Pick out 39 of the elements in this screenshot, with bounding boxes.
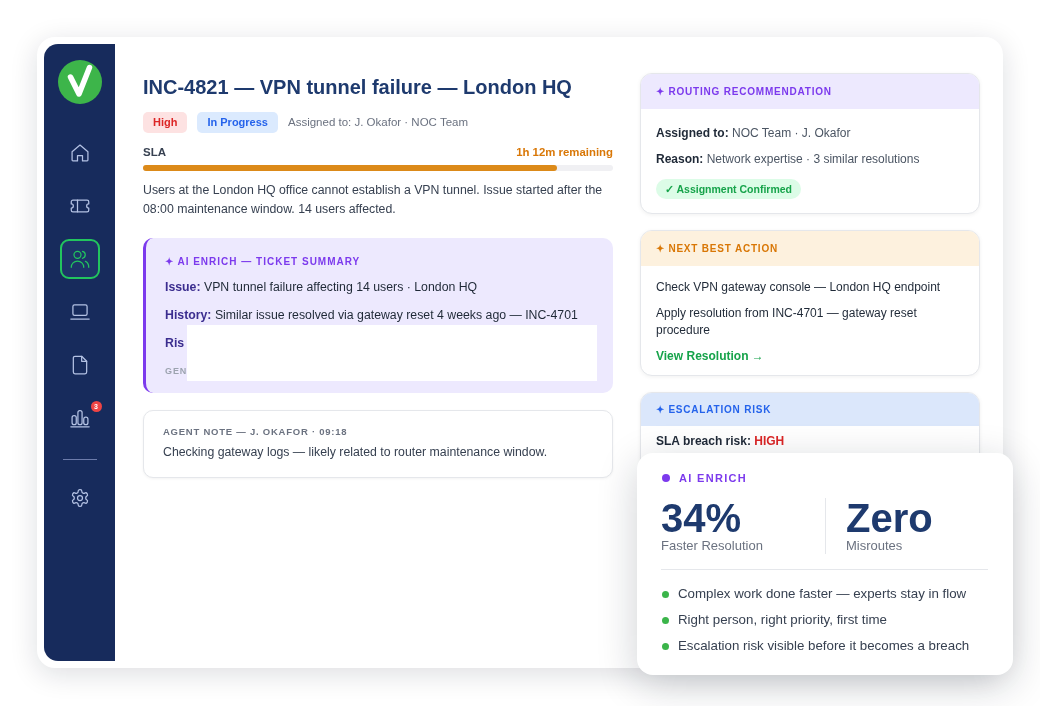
logo-icon — [57, 60, 102, 104]
benefit-text: Complex work done faster — experts stay in flow — [678, 585, 967, 603]
benefit-text: Right person, right priority, first time — [678, 611, 887, 629]
card-line: SLA breach risk: HIGH — [656, 433, 785, 450]
stat-label: Misroutes — [846, 538, 903, 554]
users-icon — [69, 249, 90, 269]
stat-label: Faster Resolution — [661, 538, 763, 554]
summary-footer-text: GEN — [165, 365, 188, 377]
ticket-description: Users at the London HQ office cannot establish a VPN tunnel. Issue started after the 08:00 maintenance window. 14 users affected. — [143, 182, 604, 218]
action-step: Check VPN gateway console — London HQ endpoint — [656, 279, 941, 296]
sla-remaining-text: 1h 12m remaining — [516, 145, 613, 160]
card-heading: ✦ NEXT BEST ACTION — [656, 241, 779, 256]
nav-button[interactable] — [59, 239, 100, 279]
panel-heading: ✦ AI ENRICH — TICKET SUMMARY — [165, 255, 361, 269]
note-heading: AGENT NOTE — J. OKAFOR · 09:18 — [163, 425, 348, 439]
panel-heading: AI ENRICH — [679, 471, 748, 485]
card-heading: ✦ ROUTING RECOMMENDATION — [656, 84, 832, 99]
benefit-text: Escalation risk visible before it becomes a breach — [678, 637, 970, 655]
note-text: Checking gateway logs — likely related to router maintenance window. — [163, 444, 548, 461]
sla-label: SLA — [143, 145, 166, 160]
action-step: Apply resolution from INC-4701 — gateway reset procedure — [656, 305, 964, 339]
card-line: Assigned to: NOC Team · J. Okafor — [656, 125, 851, 142]
summary-line: Ris — [165, 335, 185, 352]
bar-chart-icon — [69, 408, 90, 428]
assignment-text: Assigned to: J. Okafor · NOC Team — [288, 114, 468, 130]
confirmation-tag: ✓ Assignment Confirmed — [656, 179, 802, 199]
card-line: Reason: Network expertise · 3 similar resolutions — [656, 151, 920, 168]
status-tag: In Progress — [197, 112, 278, 133]
summary-line: Issue: VPN tunnel failure affecting 14 users · London HQ — [165, 279, 478, 296]
laptop-icon — [69, 302, 90, 322]
ticket-title: INC-4821 — VPN tunnel failure — London HQ — [143, 75, 572, 100]
priority-tag: High — [143, 112, 188, 133]
home-icon — [69, 143, 90, 163]
stat-value: Zero — [846, 498, 933, 538]
view-resolution-link[interactable]: View Resolution → — [656, 347, 764, 365]
card-heading: ✦ ESCALATION RISK — [656, 402, 772, 417]
settings-icon — [69, 488, 90, 508]
stat-value: 34% — [661, 498, 742, 538]
summary-line: History: Similar issue resolved via gateway reset 4 weeks ago — INC-4701 — [165, 307, 578, 324]
